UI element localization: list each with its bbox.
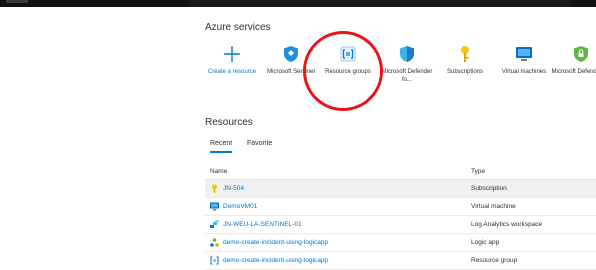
- resources-table: Name Type JN-504 Subscription DemoVM01 V…: [205, 163, 596, 270]
- virtual-machine-icon: [514, 44, 534, 64]
- microsoft-defender-for-label: Microsoft Defender fo...: [381, 69, 433, 83]
- resource-name-link[interactable]: demo-create-incident-using-logicapp: [223, 239, 328, 246]
- logic-app-icon: [210, 238, 219, 247]
- defender-shield-icon: [397, 44, 417, 64]
- resource-type: Resource group: [471, 257, 518, 264]
- tab-recent[interactable]: Recent: [210, 140, 233, 153]
- search-bar[interactable]: [190, 0, 570, 7]
- azure-services-title: Azure services: [205, 22, 271, 33]
- monitor-icon: [210, 202, 219, 211]
- plus-icon: [222, 44, 242, 64]
- tab-favorite[interactable]: Favorite: [247, 140, 272, 151]
- table-row[interactable]: JN-WEU-LA-SENTINEL-01 Log Analytics work…: [205, 216, 596, 234]
- resource-groups-label: Resource groups: [325, 69, 371, 75]
- microsoft-defender-for-tile[interactable]: Microsoft Defender fo...: [377, 40, 437, 84]
- resources-title: Resources: [205, 117, 253, 128]
- subscriptions-tile[interactable]: Subscriptions: [435, 40, 495, 76]
- key-icon: [210, 184, 219, 193]
- top-bar-left: [6, 0, 28, 3]
- resource-group-icon: [338, 44, 358, 64]
- subscriptions-label: Subscriptions: [446, 69, 484, 75]
- table-row[interactable]: demo-create-incident-using-logicapp Reso…: [205, 252, 596, 270]
- resource-type: Virtual machine: [471, 203, 516, 210]
- resource-type: Logic app: [471, 239, 500, 246]
- sentinel-shield-icon: [281, 44, 301, 64]
- table-row[interactable]: demo-create-incident-using-logicapp Logi…: [205, 234, 596, 252]
- column-header-type[interactable]: Type: [471, 168, 485, 175]
- portal-top-bar: [0, 0, 596, 7]
- microsoft-defender-label: Microsoft Defender f...: [551, 69, 596, 75]
- create-resource-label: Create a resource: [207, 69, 257, 75]
- resource-name-link[interactable]: JN-WEU-LA-SENTINEL-01: [223, 221, 302, 228]
- microsoft-sentinel-tile[interactable]: Microsoft Sentinel: [261, 40, 321, 76]
- resource-groups-tile[interactable]: Resource groups: [318, 40, 378, 76]
- defender-lock-icon: [571, 44, 591, 64]
- resource-type: Log Analytics workspace: [471, 221, 543, 228]
- microsoft-defender-tile[interactable]: Microsoft Defender f...: [551, 40, 596, 76]
- create-resource-tile[interactable]: Create a resource: [205, 40, 262, 76]
- resource-name-link[interactable]: DemoVM01: [223, 203, 257, 210]
- virtual-machines-tile[interactable]: Virtual machines: [494, 40, 554, 76]
- key-icon: [455, 44, 475, 64]
- log-analytics-icon: [210, 220, 219, 229]
- virtual-machines-label: Virtual machines: [501, 69, 547, 75]
- resource-type: Subscription: [471, 185, 507, 192]
- microsoft-sentinel-label: Microsoft Sentinel: [267, 69, 315, 75]
- table-header: Name Type: [205, 163, 596, 180]
- resource-name-link[interactable]: JN-504: [223, 185, 244, 192]
- resource-name-link[interactable]: demo-create-incident-using-logicapp: [223, 257, 328, 264]
- table-row[interactable]: DemoVM01 Virtual machine: [205, 198, 596, 216]
- azure-services-row: Create a resource Microsoft Sentinel Res…: [205, 40, 596, 100]
- column-header-name[interactable]: Name: [210, 168, 227, 175]
- table-row[interactable]: JN-504 Subscription: [205, 180, 596, 198]
